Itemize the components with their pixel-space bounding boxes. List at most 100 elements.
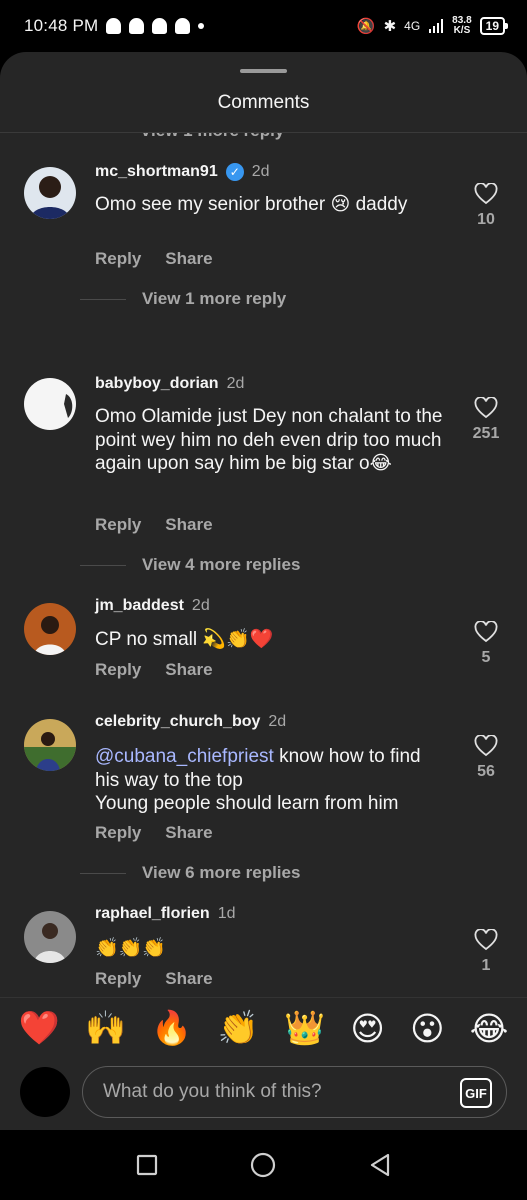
avatar[interactable] <box>24 167 76 219</box>
status-right: 🔕 ✱ 4G 83.8 K/S 19 <box>356 16 509 36</box>
heart-icon[interactable] <box>474 929 498 951</box>
avatar[interactable] <box>24 603 76 655</box>
comment-actions: Reply Share <box>95 823 213 843</box>
heart-icon[interactable] <box>474 397 498 419</box>
heart-eyes-emoji-button[interactable]: 😍 <box>350 1009 384 1048</box>
emoji-reaction-bar: ❤️ 🙌 🔥 👏 👑 😍 😮 😂 <box>0 997 527 1059</box>
divider <box>80 564 126 566</box>
view-more-label[interactable]: View 4 more replies <box>142 555 300 575</box>
gif-button[interactable]: GIF <box>460 1078 492 1108</box>
back-icon[interactable] <box>369 1153 391 1177</box>
comment-time: 2d <box>268 713 287 730</box>
avatar[interactable] <box>24 378 76 430</box>
like-count: 56 <box>477 763 495 780</box>
like-count: 5 <box>481 649 491 666</box>
comment-time: 2d <box>226 375 245 392</box>
heart-emoji-button[interactable]: ❤️ <box>19 1009 60 1048</box>
comment-text: Omo Olamide just Dey non chalant to the … <box>95 406 443 474</box>
comment-text: 👏👏👏 <box>95 938 166 959</box>
comment-username[interactable]: raphael_florien <box>95 905 210 923</box>
surprised-emoji-button[interactable]: 😮 <box>410 1009 444 1048</box>
comment-username[interactable]: celebrity_church_boy <box>95 713 260 731</box>
comment-composer: What do you think of this? GIF <box>0 1059 527 1130</box>
system-nav-bar <box>0 1130 527 1200</box>
snapchat-icon <box>175 18 191 34</box>
comment-actions: Reply Share <box>95 969 213 989</box>
reply-button[interactable]: Reply <box>95 969 141 989</box>
mute-bell-icon: 🔕 <box>356 18 376 35</box>
like-count: 1 <box>481 957 491 974</box>
comment-username[interactable]: babyboy_dorian <box>95 375 219 393</box>
notification-dot-icon <box>198 23 205 29</box>
comment-text-line: Young people should learn from him <box>95 793 399 814</box>
comment-input[interactable]: What do you think of this? GIF <box>82 1066 507 1118</box>
comment-header: celebrity_church_boy 2d <box>95 713 286 731</box>
view-more-label[interactable]: View 6 more replies <box>142 863 300 883</box>
divider <box>80 298 126 300</box>
recents-icon[interactable] <box>136 1154 158 1176</box>
comment-header: babyboy_dorian 2d <box>95 375 244 393</box>
view-more-replies-cut[interactable]: View 1 more reply <box>140 133 284 141</box>
raised-hands-emoji-button[interactable]: 🙌 <box>85 1009 126 1048</box>
share-button[interactable]: Share <box>165 249 212 269</box>
crown-emoji-button[interactable]: 👑 <box>284 1009 325 1048</box>
network-speed: 83.8 K/S <box>452 16 471 36</box>
like-count: 251 <box>472 425 500 442</box>
reply-button[interactable]: Reply <box>95 660 141 680</box>
share-button[interactable]: Share <box>165 969 212 989</box>
heart-icon[interactable] <box>474 621 498 643</box>
speed-unit: K/S <box>453 25 471 36</box>
reply-button[interactable]: Reply <box>95 515 141 535</box>
snapchat-icon <box>106 18 122 34</box>
share-button[interactable]: Share <box>165 515 212 535</box>
comment-actions: Reply Share <box>95 515 213 535</box>
comment-input-placeholder: What do you think of this? <box>103 1081 322 1102</box>
battery-icon: 19 <box>479 17 509 35</box>
like-control: 1 <box>470 929 502 975</box>
comments-sheet: Comments View 1 more reply mc_shortman91… <box>0 52 527 1130</box>
share-button[interactable]: Share <box>165 660 212 680</box>
fire-emoji-button[interactable]: 🔥 <box>151 1009 192 1048</box>
comment-time: 2d <box>191 597 210 614</box>
reply-button[interactable]: Reply <box>95 249 141 269</box>
view-more-replies[interactable]: View 4 more replies <box>80 555 300 575</box>
drag-handle[interactable] <box>240 69 287 73</box>
share-button[interactable]: Share <box>165 823 212 843</box>
comment-text: @cubana_chiefpriest know how to find his… <box>95 745 450 816</box>
view-more-label[interactable]: View 1 more reply <box>142 289 286 309</box>
like-count: 10 <box>477 211 495 228</box>
signal-icon <box>429 19 444 33</box>
like-control: 251 <box>470 397 502 443</box>
avatar[interactable] <box>24 719 76 771</box>
reply-button[interactable]: Reply <box>95 823 141 843</box>
comments-list[interactable]: View 1 more reply mc_shortman91 ✓ 2d Omo… <box>0 133 527 997</box>
battery-level: 19 <box>485 19 499 33</box>
comment-time: 2d <box>251 163 270 180</box>
sheet-title: Comments <box>217 92 310 113</box>
view-more-replies[interactable]: View 1 more reply <box>80 289 286 309</box>
heart-icon[interactable] <box>474 735 498 757</box>
comment-header: jm_baddest 2d <box>95 597 210 615</box>
verified-badge-icon: ✓ <box>225 163 244 181</box>
snapchat-icon <box>152 18 168 34</box>
avatar[interactable] <box>24 911 76 963</box>
comment-username[interactable]: jm_baddest <box>95 597 184 615</box>
comment-username[interactable]: mc_shortman91 <box>95 163 218 181</box>
home-icon[interactable] <box>250 1152 276 1178</box>
clap-emoji-button[interactable]: 👏 <box>218 1009 259 1048</box>
comment-text: CP no small 💫👏❤️ <box>95 629 274 650</box>
divider <box>80 872 126 874</box>
user-avatar <box>20 1067 70 1117</box>
view-more-replies[interactable]: View 6 more replies <box>80 863 300 883</box>
snapchat-icon <box>129 18 145 34</box>
comment-time: 1d <box>217 905 236 922</box>
comment-actions: Reply Share <box>95 249 213 269</box>
comment-header: mc_shortman91 ✓ 2d <box>95 163 270 181</box>
heart-icon[interactable] <box>474 183 498 205</box>
comment-actions: Reply Share <box>95 660 213 680</box>
like-control: 56 <box>470 735 502 781</box>
bluetooth-icon: ✱ <box>383 18 397 35</box>
laughing-emoji-button[interactable]: 😂 <box>470 1009 509 1048</box>
mention-link[interactable]: @cubana_chiefpriest <box>95 746 274 767</box>
status-bar: 10:48 PM 🔕 ✱ 4G 83.8 K/S 19 <box>0 0 527 52</box>
